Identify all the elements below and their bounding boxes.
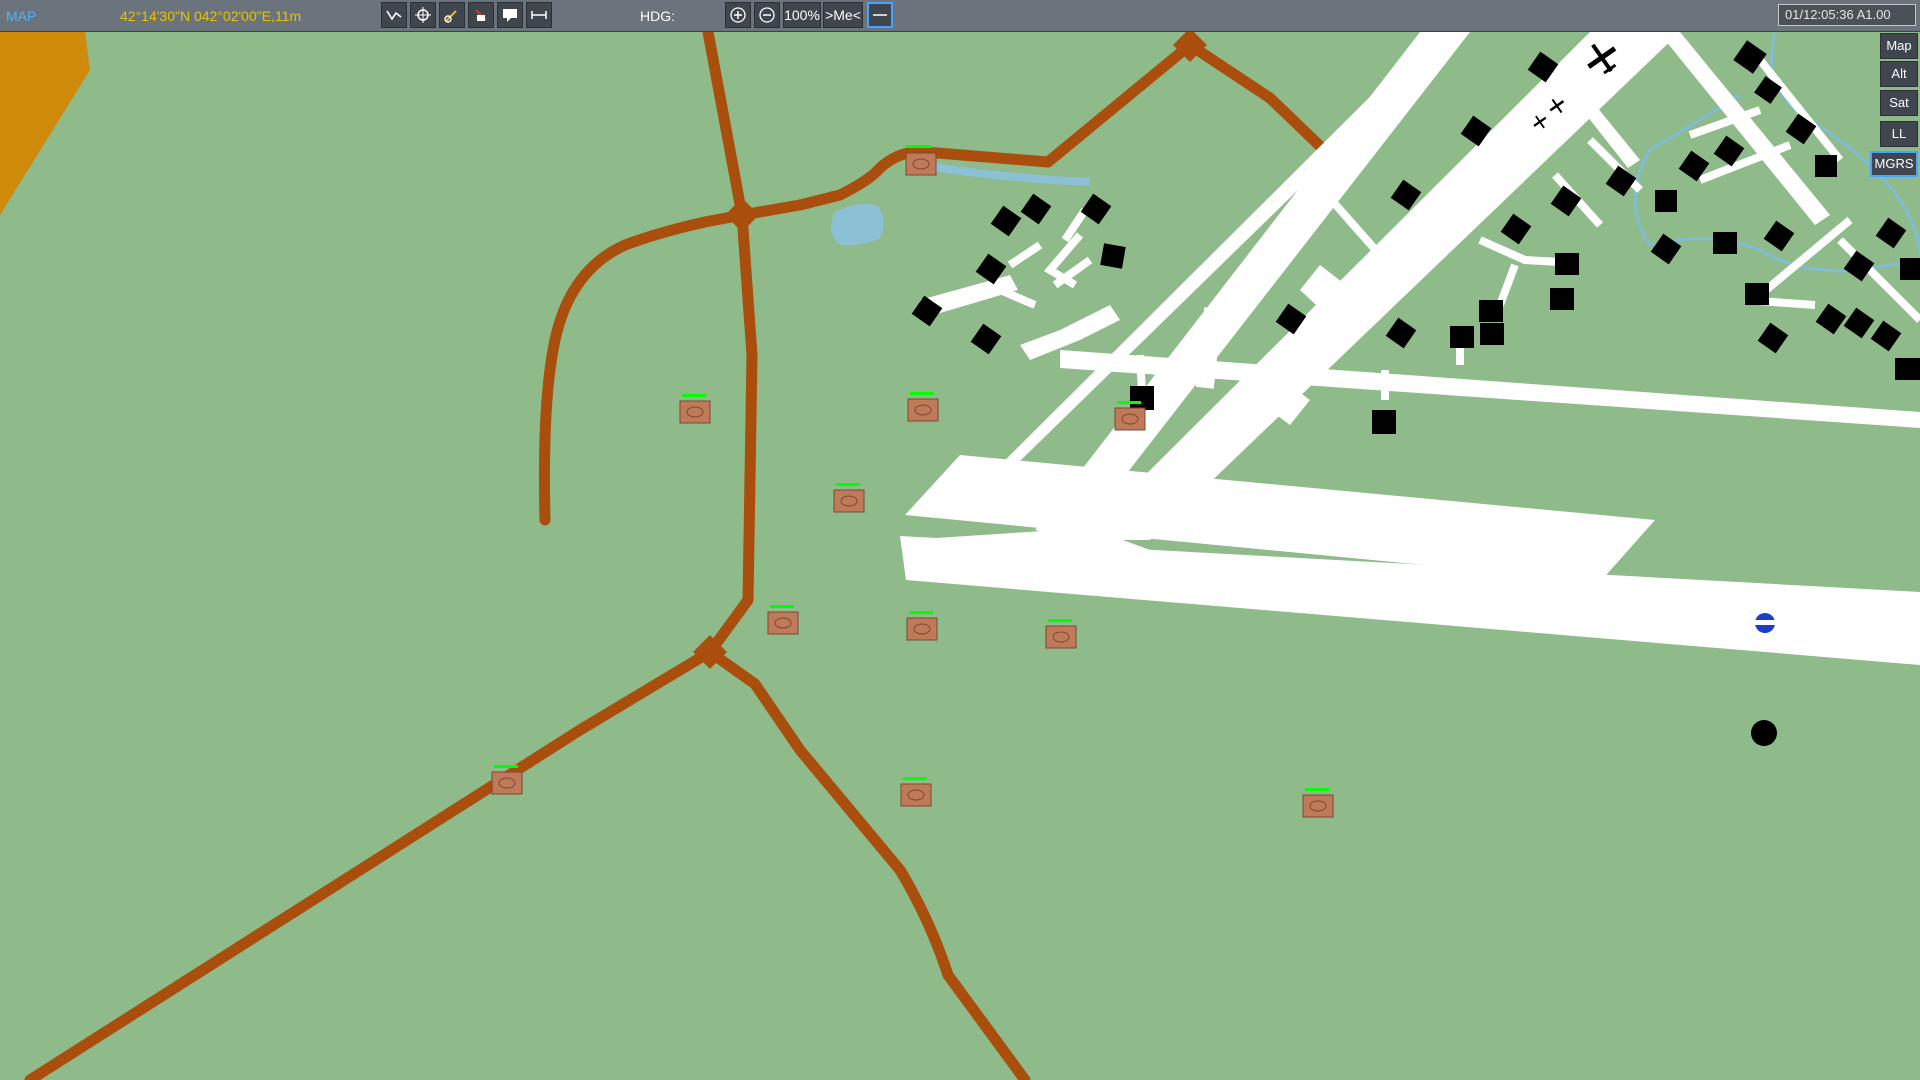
map-title: MAP [6,8,37,24]
unit-tool-icon [415,7,431,23]
cursor-coordinates: 42°14'30"N 042°02'00"E,11m [120,8,302,24]
top-toolbar: MAP 42°14'30"N 042°02'00"E,11m HDG: 100%… [0,0,1920,32]
heading-label: HDG: [640,8,675,24]
route-tool-button[interactable] [381,2,407,28]
layer-alt-button[interactable]: Alt [1880,61,1918,87]
zoom-out-button[interactable] [754,2,780,28]
zoom-level-button[interactable]: 100% [783,2,821,28]
message-tool-icon [503,9,517,22]
zoom-in-icon [730,7,746,23]
scale-toggle-button[interactable] [867,2,893,28]
map-canvas[interactable] [0,0,1920,1080]
sam-tool-button[interactable] [439,2,465,28]
layer-sat-button[interactable]: Sat [1880,90,1918,116]
sam-tool-icon [444,10,457,23]
zoom-out-icon [759,7,775,23]
delete-tool-icon [475,9,487,21]
route-tool-icon [386,10,402,21]
mission-time-display: 01/12:05:36 A1.00 [1778,4,1916,26]
message-tool-button[interactable] [497,2,523,28]
zoom-in-button[interactable] [725,2,751,28]
layer-mgrs-button[interactable]: MGRS [1870,151,1918,177]
center-on-me-button[interactable]: >Me< [823,2,863,28]
ruler-tool-button[interactable] [526,2,552,28]
layer-map-button[interactable]: Map [1880,33,1918,59]
scale-icon [873,14,887,16]
ruler-tool-icon [531,11,547,19]
layer-ll-button[interactable]: LL [1880,121,1918,147]
delete-tool-button[interactable] [468,2,494,28]
unit-tool-button[interactable] [410,2,436,28]
